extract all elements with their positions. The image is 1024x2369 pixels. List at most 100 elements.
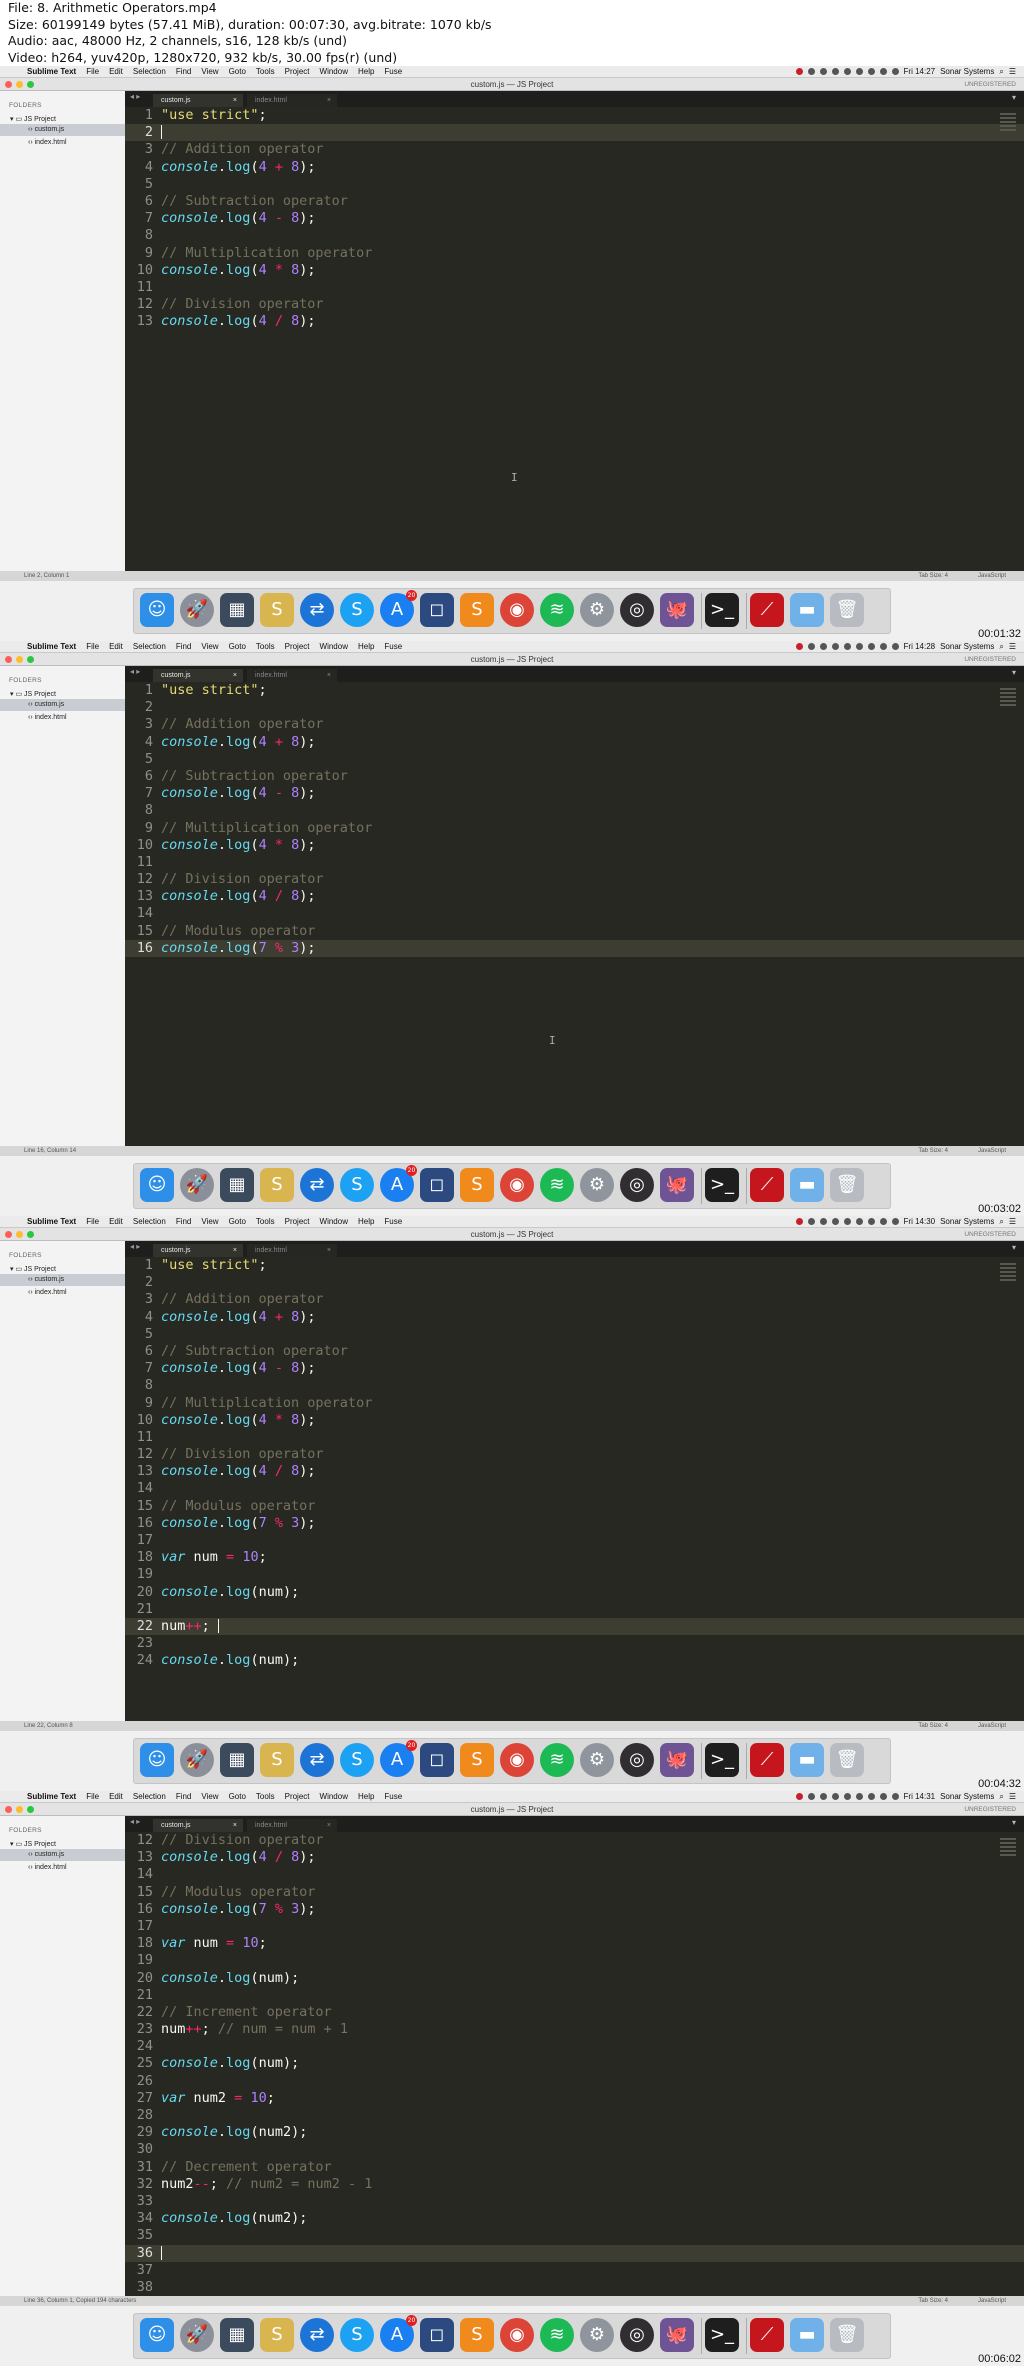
code-line[interactable]: 5	[125, 176, 1024, 193]
code-line[interactable]: 16 console.log(7 % 3);	[125, 1901, 1024, 1918]
sidebar-project-folder[interactable]: ▾ ▭ JS Project	[0, 684, 125, 698]
sublime-text-icon[interactable]: S	[460, 1168, 494, 1202]
tray-status-icon[interactable]	[819, 643, 827, 650]
downloads-folder-icon[interactable]: ▬	[790, 1743, 824, 1777]
menu-app-name[interactable]: Sublime Text	[22, 1791, 81, 1803]
tray-status-icon[interactable]	[891, 1793, 899, 1800]
obs-icon[interactable]: ◎	[620, 593, 654, 627]
notification-center-icon[interactable]: ☰	[1009, 66, 1016, 78]
menu-item-fuse[interactable]: Fuse	[379, 1791, 407, 1803]
acrobat-icon[interactable]: ⟋	[750, 1743, 784, 1777]
code-line[interactable]: 34 console.log(num2);	[125, 2210, 1024, 2227]
code-line[interactable]: 36	[125, 2244, 1024, 2262]
code-line[interactable]: 17	[125, 1918, 1024, 1935]
menu-app-name[interactable]: Sublime Text	[22, 1216, 81, 1228]
tray-status-icon[interactable]	[831, 643, 839, 650]
menu-item-selection[interactable]: Selection	[128, 66, 171, 78]
code-editor[interactable]: 1 "use strict"; 2 3// Addition operator 4 con…	[125, 1257, 1024, 1721]
minimize-window-icon[interactable]	[16, 1231, 23, 1238]
spotify-icon[interactable]: ≋	[540, 593, 574, 627]
code-editor-icon[interactable]: ◻	[420, 2318, 454, 2352]
tray-status-icon[interactable]	[879, 643, 887, 650]
code-line[interactable]: 13 console.log(4 / 8);	[125, 313, 1024, 330]
teamviewer-icon[interactable]: ⇄	[300, 1743, 334, 1777]
sidebar-file-custom-js[interactable]: ‹› custom.js	[0, 1849, 125, 1861]
sidebar-file-index-html[interactable]: ‹› index.html	[0, 137, 125, 149]
code-editor-icon[interactable]: ◻	[420, 1743, 454, 1777]
menu-item-view[interactable]: View	[196, 641, 223, 653]
tray-status-icon[interactable]	[819, 68, 827, 75]
tab-index-html[interactable]: index.html ×	[247, 1819, 337, 1832]
menu-item-project[interactable]: Project	[280, 66, 315, 78]
close-tab-icon[interactable]: ×	[233, 94, 237, 107]
chrome-icon[interactable]: ◉	[500, 593, 534, 627]
code-line[interactable]: 2	[125, 1274, 1024, 1291]
menu-app-name[interactable]: Sublime Text	[22, 66, 81, 78]
code-line[interactable]: 5	[125, 1326, 1024, 1343]
code-line[interactable]: 3 // Addition operator	[125, 716, 1024, 733]
tab-navigation-arrows[interactable]: ◂ ▸	[130, 92, 140, 101]
menu-item-find[interactable]: Find	[171, 641, 197, 653]
zoom-window-icon[interactable]	[27, 1806, 34, 1813]
menu-item-find[interactable]: Find	[171, 66, 197, 78]
tab-navigation-arrows[interactable]: ◂ ▸	[130, 1817, 140, 1826]
menu-item-edit[interactable]: Edit	[104, 1791, 128, 1803]
code-line[interactable]: 19	[125, 1952, 1024, 1969]
code-line[interactable]: 18 var num = 10;	[125, 1935, 1024, 1952]
code-editor[interactable]: 1 "use strict"; 2 3// Addition operator 4 con…	[125, 682, 1024, 1146]
minimize-window-icon[interactable]	[16, 656, 23, 663]
downloads-folder-icon[interactable]: ▬	[790, 1168, 824, 1202]
menu-item-find[interactable]: Find	[171, 1791, 197, 1803]
code-line[interactable]: 29 console.log(num2);	[125, 2124, 1024, 2141]
finder-icon[interactable]: ☺	[140, 593, 174, 627]
mission-control-icon[interactable]: ▦	[220, 1743, 254, 1777]
finder-icon[interactable]: ☺	[140, 1168, 174, 1202]
menu-item-fuse[interactable]: Fuse	[379, 66, 407, 78]
app-store-icon[interactable]: A 20	[380, 1165, 417, 1202]
close-window-icon[interactable]	[5, 81, 12, 88]
tray-status-icon[interactable]	[855, 1793, 863, 1800]
notification-center-icon[interactable]: ☰	[1009, 1791, 1016, 1803]
finder-icon[interactable]: ☺	[140, 1743, 174, 1777]
obs-icon[interactable]: ◎	[620, 1168, 654, 1202]
menu-item-fuse[interactable]: Fuse	[379, 641, 407, 653]
notification-center-icon[interactable]: ☰	[1009, 641, 1016, 653]
tab-overflow-chevron-icon[interactable]: ▾	[1012, 668, 1016, 677]
menu-item-window[interactable]: Window	[315, 66, 353, 78]
syntax-status[interactable]: JavaScript	[978, 571, 1006, 581]
trash-icon[interactable]: 🗑	[830, 2318, 864, 2352]
code-line[interactable]: 9 // Multiplication operator	[125, 1395, 1024, 1412]
menu-item-help[interactable]: Help	[353, 66, 379, 78]
launchpad-icon[interactable]: 🚀	[180, 2318, 214, 2352]
tray-status-icon[interactable]	[879, 1793, 887, 1800]
code-line[interactable]: 2	[125, 699, 1024, 716]
close-tab-icon[interactable]: ×	[327, 669, 331, 682]
tab-index-html[interactable]: index.html ×	[247, 94, 337, 107]
code-line[interactable]: 22 num++;	[125, 1617, 1024, 1636]
code-line[interactable]: 14	[125, 1866, 1024, 1883]
zoom-window-icon[interactable]	[27, 81, 34, 88]
sidebar-file-custom-js[interactable]: ‹› custom.js	[0, 124, 125, 136]
trash-icon[interactable]: 🗑	[830, 1168, 864, 1202]
tab-navigation-arrows[interactable]: ◂ ▸	[130, 667, 140, 676]
code-line[interactable]: 10 console.log(4 * 8);	[125, 837, 1024, 854]
code-line[interactable]: 4 console.log(4 + 8);	[125, 1309, 1024, 1326]
teamviewer-icon[interactable]: ⇄	[300, 1168, 334, 1202]
tab-size-status[interactable]: Tab Size: 4	[918, 571, 948, 581]
code-line[interactable]: 13 console.log(4 / 8);	[125, 1463, 1024, 1480]
code-line[interactable]: 25 console.log(num);	[125, 2055, 1024, 2072]
menu-bar-clock[interactable]: Fri 14:30	[904, 1216, 936, 1228]
terminal-icon[interactable]: >_	[705, 1168, 739, 1202]
spotify-icon[interactable]: ≋	[540, 1743, 574, 1777]
zoom-window-icon[interactable]	[27, 1231, 34, 1238]
tray-status-icon[interactable]	[807, 643, 815, 650]
sublime-text-icon[interactable]: S	[460, 1743, 494, 1777]
menu-item-project[interactable]: Project	[280, 1791, 315, 1803]
code-line[interactable]: 15 // Modulus operator	[125, 923, 1024, 940]
code-line[interactable]: 19	[125, 1566, 1024, 1583]
code-line[interactable]: 33	[125, 2193, 1024, 2210]
trash-icon[interactable]: 🗑	[830, 1743, 864, 1777]
tray-status-icon[interactable]	[867, 1793, 875, 1800]
tray-status-icon[interactable]	[843, 1218, 851, 1225]
tray-status-icon[interactable]	[879, 68, 887, 75]
